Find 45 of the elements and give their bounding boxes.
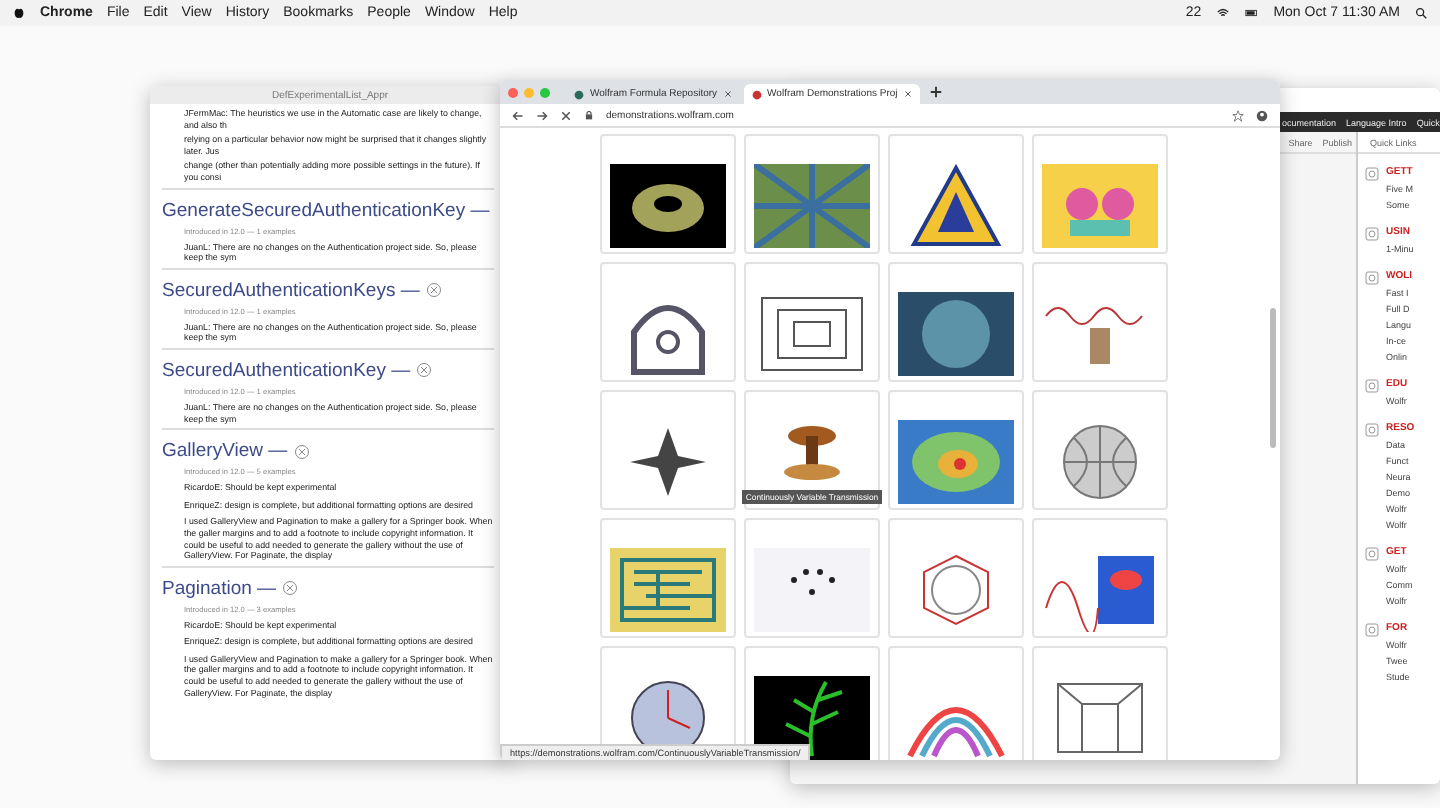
demonstration-thumbnail[interactable] (1042, 164, 1158, 248)
function-heading: SecuredAuthenticationKeys — (162, 279, 420, 302)
demonstration-card[interactable] (600, 390, 736, 510)
close-circle-icon (282, 580, 299, 597)
demonstration-thumbnail[interactable] (898, 292, 1014, 376)
section-icon (1364, 622, 1380, 638)
new-tab-icon[interactable] (929, 86, 942, 98)
demonstration-card[interactable] (888, 134, 1024, 254)
forward-arrow-icon (536, 109, 548, 121)
back-arrow-icon (512, 109, 524, 121)
site-icon (751, 89, 762, 99)
search-icon (1414, 6, 1428, 20)
function-heading: Pagination — (162, 577, 277, 600)
lock-icon (584, 110, 594, 120)
battery-icon (1243, 6, 1260, 20)
demonstration-thumbnail[interactable] (610, 548, 726, 632)
demonstration-card[interactable] (1032, 518, 1168, 638)
demonstration-card[interactable] (888, 262, 1024, 382)
wifi-icon (1215, 6, 1230, 20)
function-heading: SecuredAuthenticationKey — (162, 359, 411, 382)
close-circle-icon (416, 362, 433, 379)
close-icon (723, 90, 732, 98)
demonstration-thumbnail[interactable] (898, 420, 1014, 504)
function-heading: GalleryView — (162, 440, 288, 463)
demonstration-card[interactable] (600, 134, 736, 254)
section-icon (1364, 226, 1380, 242)
apple-icon (12, 6, 26, 20)
demonstration-thumbnail[interactable] (610, 164, 726, 248)
close-icon (903, 90, 912, 98)
section-icon (1364, 422, 1380, 438)
function-heading: GenerateSecuredAuthenticationKey — (162, 199, 490, 222)
demonstration-card[interactable] (600, 262, 736, 382)
close-circle-icon (293, 443, 310, 460)
section-icon (1364, 378, 1380, 394)
demonstration-thumbnail[interactable] (754, 548, 870, 632)
profile-icon (1256, 109, 1268, 121)
section-icon (1364, 546, 1380, 562)
demonstration-thumbnail[interactable] (754, 164, 870, 248)
section-icon (1364, 270, 1380, 286)
star-icon (1232, 109, 1244, 121)
section-icon (1364, 166, 1380, 182)
close-circle-icon (425, 282, 442, 299)
demonstration-card[interactable] (744, 262, 880, 382)
site-icon (574, 89, 584, 99)
stop-icon (560, 109, 572, 121)
